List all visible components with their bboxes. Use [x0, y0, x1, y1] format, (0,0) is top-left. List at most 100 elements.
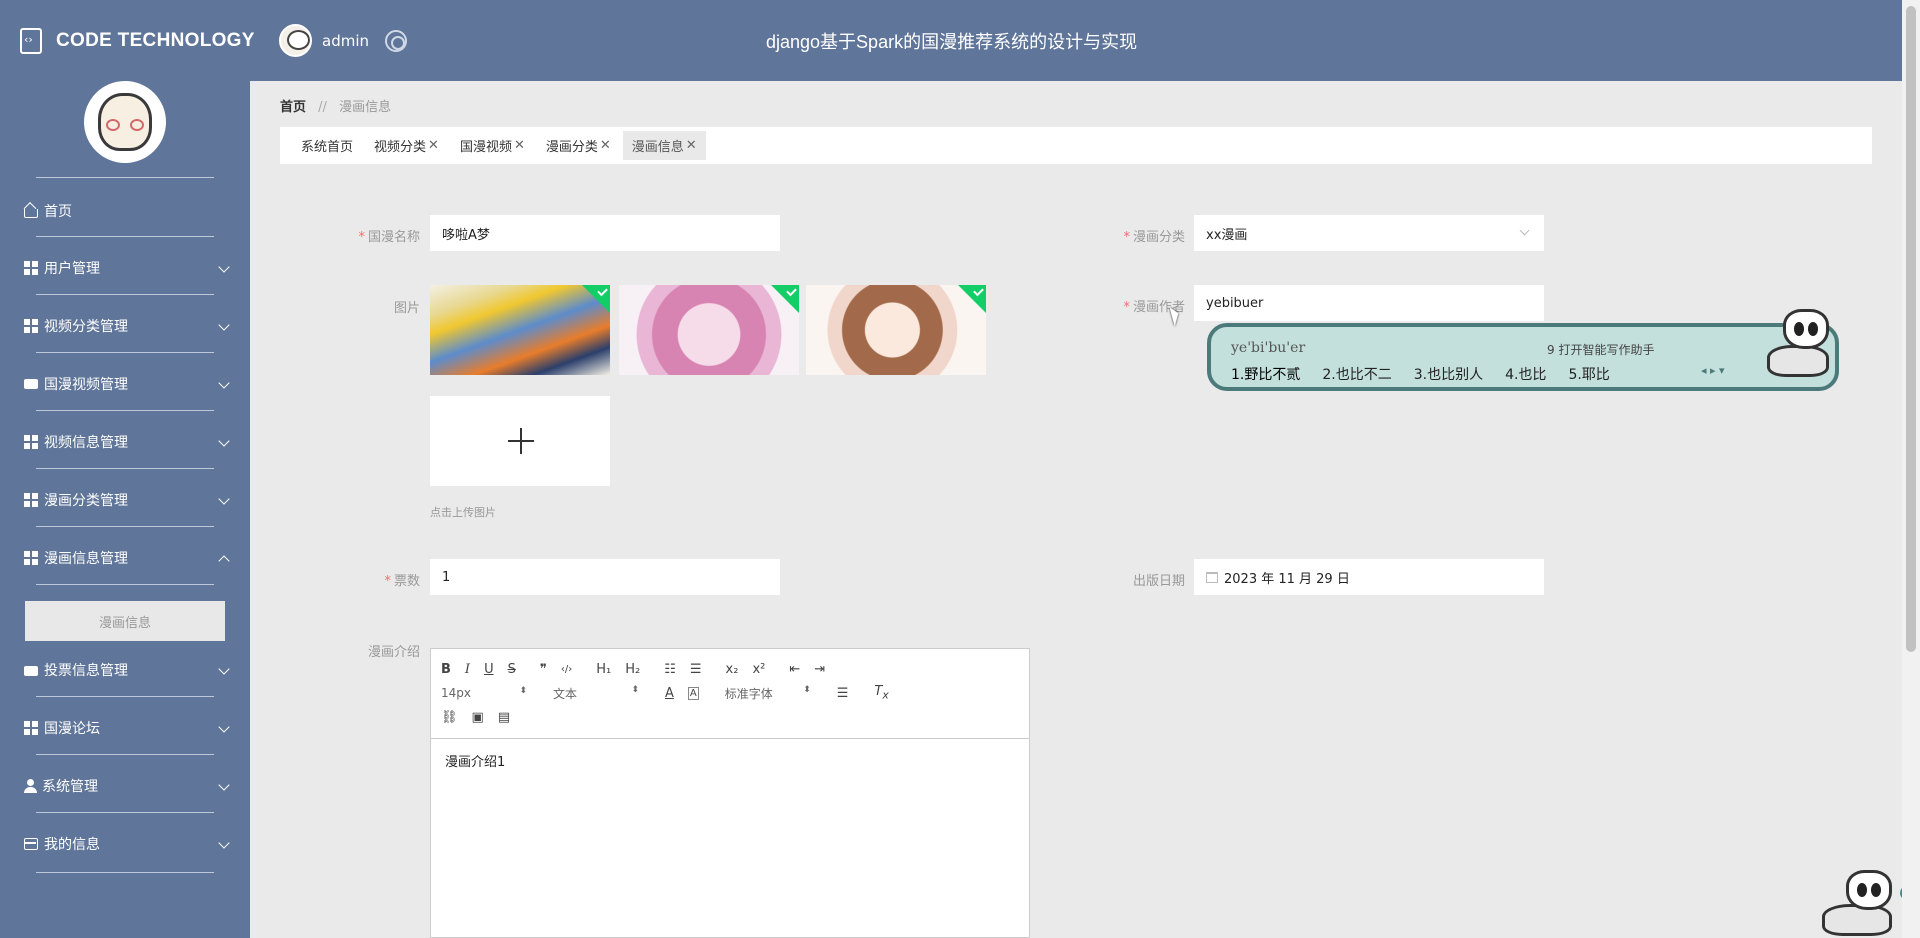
sidebar: 首页 用户管理 视频分类管理 国漫视频管理 视频信息管理 漫画分类管理 漫画信息…	[0, 81, 250, 938]
divider	[36, 872, 214, 873]
tab-label: 系统首页	[301, 140, 354, 155]
breadcrumb-home[interactable]: 首页	[280, 100, 306, 115]
uploaded-image[interactable]	[430, 285, 610, 375]
username[interactable]: admin	[322, 32, 369, 50]
cat-mascot-icon	[1763, 309, 1843, 391]
bold-button[interactable]: B	[441, 662, 451, 677]
date-picker[interactable]: 2023 年 11 月 29 日	[1194, 559, 1544, 595]
chevron-down-icon	[218, 319, 230, 331]
ime-candidate-window: ye'bi'bu'er 9 打开智能写作助手 1.野比不贰 2.也比不二 3.也…	[1207, 309, 1839, 391]
sidebar-item-comic-category[interactable]: 漫画分类管理	[0, 478, 250, 522]
uploaded-image[interactable]	[806, 285, 986, 375]
ordered-list-button[interactable]: ☷	[664, 662, 676, 677]
ime-candidate[interactable]: 5.耶比	[1568, 364, 1609, 384]
uploaded-image[interactable]	[619, 285, 799, 375]
image-icon[interactable]: ▣	[472, 710, 484, 725]
ime-helper-link[interactable]: 9 打开智能写作助手	[1547, 341, 1654, 358]
upload-button[interactable]	[430, 396, 610, 486]
settings-icon[interactable]	[385, 29, 407, 52]
tab-comic-category[interactable]: 漫画分类 ✕	[537, 131, 620, 160]
ime-page-arrows[interactable]: ◂ ▸ ▾	[1701, 364, 1725, 377]
chevron-down-icon	[218, 261, 230, 273]
divider	[36, 754, 214, 755]
sidebar-item-home[interactable]: 首页	[0, 189, 250, 233]
sidebar-item-video-category[interactable]: 视频分类管理	[0, 304, 250, 348]
ime-candidate[interactable]: 4.也比	[1505, 364, 1546, 384]
toolbar-row: ⛓ ▣ ▤	[441, 705, 1019, 729]
ime-candidate[interactable]: 3.也比别人	[1414, 364, 1483, 384]
check-icon	[582, 285, 610, 313]
author-input[interactable]: yebibuer	[1194, 285, 1544, 321]
divider	[36, 696, 214, 697]
code-button[interactable]: ‹/›	[561, 664, 572, 675]
tab-anime-video[interactable]: 国漫视频 ✕	[451, 131, 534, 160]
underline-button[interactable]: U	[484, 662, 494, 677]
close-icon[interactable]: ✕	[686, 138, 697, 153]
sidebar-item-forum[interactable]: 国漫论坛	[0, 706, 250, 750]
subscript-button[interactable]: x₂	[726, 662, 739, 677]
category-select[interactable]: xx漫画	[1194, 215, 1544, 251]
tab-home[interactable]: 系统首页	[292, 131, 362, 160]
sidebar-subitem-comic-info[interactable]: 漫画信息	[25, 601, 225, 641]
grid-icon	[24, 435, 38, 449]
tab-comic-info[interactable]: 漫画信息 ✕	[622, 131, 706, 160]
name-label: * 国漫名称	[300, 226, 420, 245]
divider	[36, 236, 214, 237]
divider	[36, 352, 214, 353]
h1-button[interactable]: H₁	[596, 662, 611, 677]
chevron-down-icon	[218, 663, 230, 675]
page-scrollbar[interactable]	[1902, 0, 1920, 938]
site-title: django基于Spark的国漫推荐系统的设计与实现	[766, 32, 1138, 52]
scrollbar-thumb[interactable]	[1906, 6, 1916, 652]
close-icon[interactable]: ✕	[428, 138, 439, 153]
sidebar-item-video-info[interactable]: 视频信息管理	[0, 420, 250, 464]
link-icon[interactable]: ⛓	[441, 710, 458, 725]
h2-button[interactable]: H₂	[625, 662, 640, 677]
editor-content[interactable]: 漫画介绍1	[431, 739, 1029, 782]
date-value: 2023 年 11 月 29 日	[1224, 571, 1350, 587]
updown-icon: ⬍	[803, 684, 811, 695]
editor-toolbar: B I U S ❞ ‹/› H₁ H₂ ☷ ☰ x₂ x² ⇤ ⇥ 14px ⬍ …	[431, 649, 1029, 739]
background-color-icon[interactable]: A	[687, 686, 699, 700]
select-value: 标准字体	[724, 686, 773, 701]
indent-button[interactable]: ⇥	[814, 662, 825, 677]
clear-format-icon[interactable]: Tx	[874, 684, 888, 702]
name-input[interactable]: 哆啦A梦	[430, 215, 780, 251]
chevron-down-icon	[218, 493, 230, 505]
user-menu[interactable]: admin	[279, 24, 407, 57]
italic-button[interactable]: I	[465, 662, 470, 677]
sidebar-item-my-info[interactable]: 我的信息	[0, 822, 250, 866]
logo-text: CODE TECHNOLOGY	[56, 30, 255, 51]
ime-candidate[interactable]: 1.野比不贰	[1231, 364, 1300, 384]
toolbar-row: B I U S ❞ ‹/› H₁ H₂ ☷ ☰ x₂ x² ⇤ ⇥	[441, 657, 1019, 681]
superscript-button[interactable]: x²	[752, 662, 765, 677]
quote-button[interactable]: ❞	[540, 662, 547, 677]
sidebar-item-vote-info[interactable]: 投票信息管理	[0, 648, 250, 692]
votes-input[interactable]: 1	[430, 559, 780, 595]
block-type-select[interactable]: 文本 ⬍	[553, 685, 639, 702]
divider	[36, 584, 214, 585]
video-icon[interactable]: ▤	[498, 710, 510, 725]
sidebar-item-anime-video[interactable]: 国漫视频管理	[0, 362, 250, 406]
sidebar-item-label: 国漫论坛	[44, 721, 100, 737]
ime-candidate[interactable]: 2.也比不二	[1322, 364, 1391, 384]
outdent-button[interactable]: ⇤	[789, 662, 800, 677]
sidebar-avatar	[84, 81, 166, 163]
tab-video-category[interactable]: 视频分类 ✕	[365, 131, 448, 160]
close-icon[interactable]: ✕	[600, 138, 611, 153]
sidebar-item-comic-info[interactable]: 漫画信息管理	[0, 536, 250, 580]
rich-text-editor[interactable]: B I U S ❞ ‹/› H₁ H₂ ☷ ☰ x₂ x² ⇤ ⇥ 14px ⬍ …	[430, 648, 1030, 938]
align-icon[interactable]: ☰	[837, 686, 849, 701]
sidebar-item-label: 投票信息管理	[44, 663, 128, 679]
sidebar-item-user-management[interactable]: 用户管理	[0, 246, 250, 290]
close-icon[interactable]: ✕	[514, 138, 525, 153]
font-size-select[interactable]: 14px ⬍	[441, 686, 527, 700]
font-color-icon[interactable]: A	[665, 686, 674, 701]
avatar[interactable]	[279, 24, 312, 57]
sidebar-item-label: 漫画信息管理	[44, 551, 128, 567]
strike-button[interactable]: S	[508, 662, 516, 677]
bullet-list-button[interactable]: ☰	[690, 662, 702, 677]
font-family-select[interactable]: 标准字体 ⬍	[725, 685, 811, 702]
tab-label: 漫画分类	[545, 140, 598, 155]
sidebar-item-system[interactable]: 系统管理	[0, 764, 250, 808]
